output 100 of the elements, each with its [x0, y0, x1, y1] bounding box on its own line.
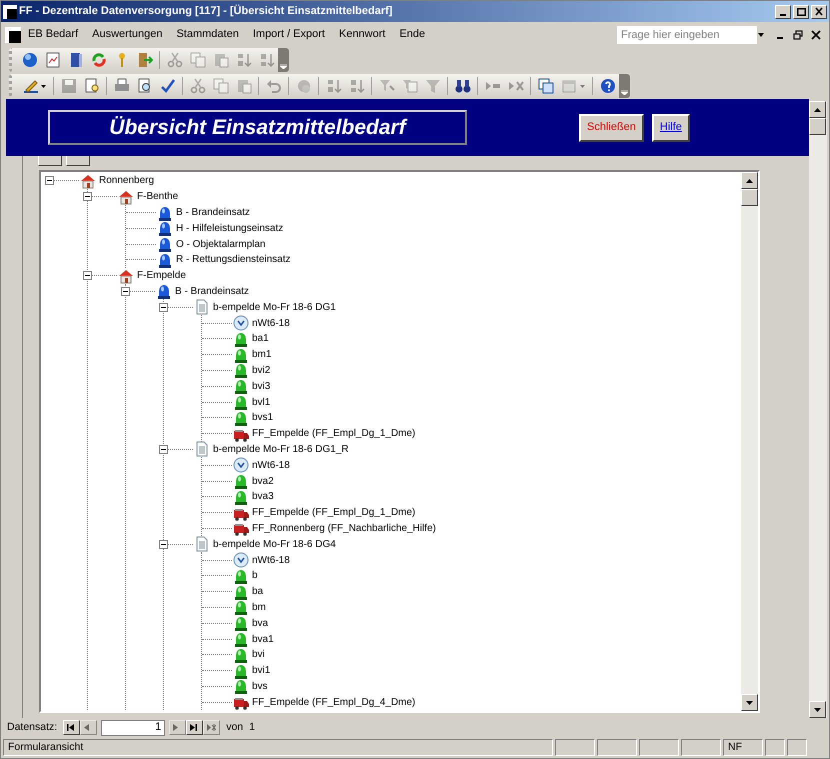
status-indicator: NF — [723, 739, 763, 756]
collapse-toggle[interactable] — [45, 176, 54, 186]
help-search-field[interactable]: Frage hier eingeben — [617, 26, 757, 44]
tree-item[interactable]: bvi1 — [252, 663, 270, 678]
tree-item[interactable]: FF_Ronnenberg (FF_Nachbarliche_Hilfe) — [252, 520, 436, 536]
scroll-up-icon[interactable] — [746, 178, 753, 182]
restore-icon[interactable] — [793, 30, 803, 40]
tree-item[interactable]: Ronnenberg — [99, 173, 154, 188]
help-button[interactable]: Hilfe — [652, 114, 690, 142]
chevron-icon[interactable] — [621, 90, 628, 95]
tree-item[interactable]: B - Brandeinsatz — [175, 284, 249, 299]
tree-item[interactable]: O - Objektalarmplan — [176, 236, 266, 252]
tree-item[interactable]: bvi2 — [252, 362, 270, 378]
tree-item[interactable]: bvs — [252, 678, 268, 694]
tree-item[interactable]: bvi3 — [252, 378, 270, 394]
report-icon[interactable] — [44, 52, 60, 68]
tree-item[interactable]: b — [252, 568, 258, 584]
close-icon[interactable] — [811, 30, 821, 40]
print-preview-icon[interactable] — [136, 78, 152, 94]
tree-item[interactable]: FF_Empelde (FF_Empl_Dg_1_Dme) — [252, 426, 416, 442]
tree-item[interactable]: B - Brandeinsatz — [176, 204, 250, 220]
menu-item[interactable]: Import / Export — [246, 24, 332, 45]
tree-item[interactable]: b-empelde Mo-Fr 18-6 DG4 — [213, 536, 336, 552]
tree-item[interactable]: bvs1 — [252, 410, 274, 426]
toolbar-overflow-button[interactable] — [278, 48, 289, 72]
tree-item[interactable]: bva2 — [252, 474, 274, 489]
tree-item[interactable]: F-Benthe — [137, 189, 178, 204]
chevron-icon[interactable] — [280, 64, 287, 69]
minimize-icon — [780, 14, 786, 16]
spelling-icon[interactable] — [160, 78, 176, 94]
new-record-icon — [207, 724, 216, 731]
app-icon — [3, 4, 17, 18]
tree-item[interactable]: R - Rettungsdiensteinsatz — [176, 252, 291, 268]
menu-item[interactable]: Ende — [392, 24, 432, 45]
tree-item[interactable]: nWt6-18 — [252, 316, 290, 331]
tree-item[interactable]: ba1 — [252, 331, 269, 346]
tree-item[interactable]: nWt6-18 — [252, 552, 290, 568]
scroll-down-icon[interactable] — [814, 708, 821, 712]
clock-icon — [233, 552, 249, 568]
scroll-up-icon[interactable] — [814, 108, 821, 112]
caret-icon[interactable] — [40, 84, 46, 88]
beacon-icon — [157, 252, 173, 268]
tree-item[interactable]: b-empelde Mo-Fr 18-6 DG1_R — [213, 442, 349, 457]
house-icon — [80, 172, 96, 189]
exit-icon[interactable] — [136, 52, 152, 68]
form-title: Übersicht Einsatzmittelbedarf — [48, 110, 467, 145]
tree-item[interactable]: FF_Empelde (FF_Empl_Dg_4_Dme) — [252, 694, 416, 710]
tree-item[interactable]: ba — [252, 584, 264, 600]
globe-icon[interactable] — [22, 52, 38, 68]
tree-scrollbar[interactable] — [741, 172, 758, 711]
refresh-icon[interactable] — [90, 52, 106, 68]
signal-light-icon — [233, 488, 249, 505]
status-pane — [787, 739, 807, 756]
document-icon — [194, 299, 210, 316]
menu-item[interactable]: Auswertungen — [85, 24, 170, 45]
scroll-down-icon[interactable] — [746, 700, 753, 704]
tree-item[interactable]: bm — [252, 600, 266, 615]
minimize-button[interactable] — [775, 4, 791, 18]
collapse-toggle[interactable] — [159, 302, 168, 312]
maximize-icon — [796, 8, 806, 16]
tree-item[interactable]: bvl1 — [252, 394, 270, 410]
document-icon — [194, 536, 210, 552]
scroll-thumb[interactable] — [809, 118, 826, 135]
document-search-icon[interactable] — [84, 78, 100, 94]
help-icon[interactable] — [600, 78, 616, 94]
tree-item[interactable]: bva3 — [252, 489, 274, 504]
tree-item[interactable]: FF_Empelde (FF_Empl_Dg_1_Dme) — [252, 505, 416, 520]
tree-item[interactable]: bvi — [252, 647, 265, 662]
form-scrollbar[interactable] — [809, 101, 827, 718]
record-number-field[interactable]: 1 — [101, 720, 166, 736]
tree-item[interactable]: bva — [252, 616, 268, 631]
first-record-button[interactable] — [63, 720, 80, 735]
collapse-toggle[interactable] — [121, 286, 130, 296]
database-window-icon[interactable] — [538, 78, 554, 94]
close-button[interactable] — [811, 4, 827, 18]
maximize-button[interactable] — [793, 4, 809, 18]
tree-item[interactable]: H - Hilfeleistungseinsatz — [176, 220, 284, 236]
tree-item[interactable]: bva1 — [252, 632, 274, 646]
clock-icon — [233, 457, 249, 474]
menu-item[interactable]: Stammdaten — [169, 24, 246, 45]
tree-item[interactable]: nWt6-18 — [252, 458, 290, 473]
dropdown-icon[interactable] — [757, 32, 765, 38]
status-pane — [681, 739, 721, 756]
last-record-button[interactable] — [186, 720, 204, 735]
tree-item[interactable]: F-Empelde — [137, 268, 186, 284]
collapse-toggle[interactable] — [159, 444, 168, 454]
toolbar-overflow-button[interactable] — [619, 74, 630, 98]
menu-item[interactable]: EB Bedarf — [21, 24, 86, 45]
print-icon[interactable] — [114, 78, 130, 94]
tree-item[interactable]: bm1 — [252, 347, 272, 362]
tree-item[interactable]: b-empelde Mo-Fr 18-6 DG1 — [213, 300, 336, 315]
scroll-thumb[interactable] — [741, 189, 758, 206]
design-view-icon[interactable] — [22, 78, 38, 94]
collapse-toggle[interactable] — [159, 540, 168, 549]
find-icon[interactable] — [454, 78, 470, 94]
menu-item[interactable]: Kennwort — [332, 24, 392, 45]
collapse-toggle[interactable] — [83, 192, 92, 202]
collapse-toggle[interactable] — [83, 271, 92, 280]
house-icon — [118, 188, 134, 205]
status-pane — [597, 739, 637, 756]
